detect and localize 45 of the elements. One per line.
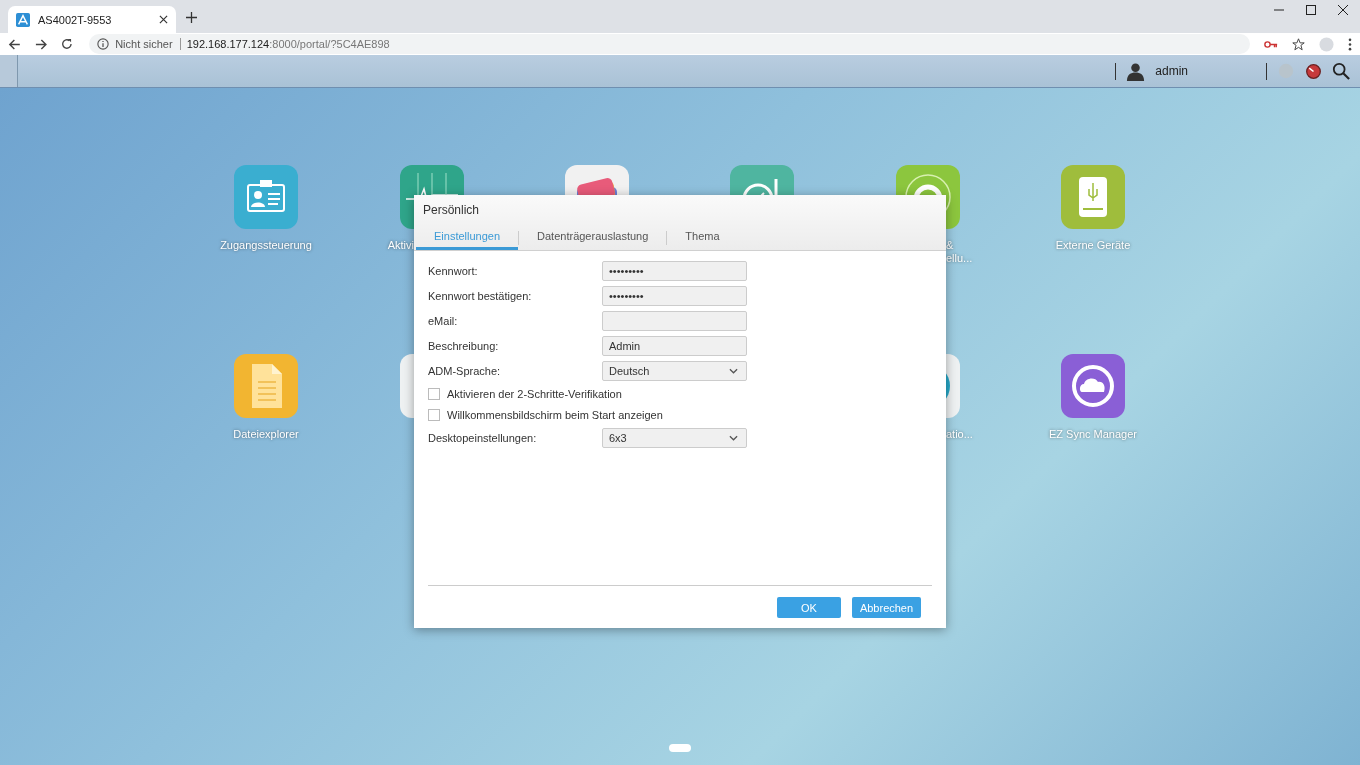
dialog-tab[interactable]: Thema <box>667 225 738 250</box>
gauge-icon[interactable] <box>1305 62 1322 80</box>
checkbox-label: Willkommensbildschirm beim Start anzeigen <box>447 409 663 421</box>
chevron-down-icon <box>729 368 738 374</box>
forward-icon[interactable] <box>34 37 48 51</box>
dropdown[interactable]: Deutsch <box>602 361 747 381</box>
user-icon[interactable] <box>1126 61 1146 81</box>
security-label: Nicht sicher <box>115 38 181 50</box>
dialog-title: Persönlich <box>422 203 481 219</box>
app-icon[interactable] <box>234 165 298 229</box>
star-icon[interactable] <box>1292 37 1305 51</box>
chevron-down-icon <box>729 435 738 441</box>
maximize-icon[interactable] <box>1306 5 1316 15</box>
field-label: Kennwort: <box>428 265 479 277</box>
field-label: Kennwort bestätigen: <box>428 290 533 302</box>
checkbox[interactable] <box>428 409 440 421</box>
dialog-tab[interactable]: Datenträgerauslastung <box>519 225 667 250</box>
field-label: ADM-Sprache: <box>428 365 502 377</box>
address-field[interactable]: Nicht sicher 192.168.177.124:8000/portal/?5C4AE898 <box>89 34 1250 54</box>
input-field[interactable]: Admin <box>602 336 747 356</box>
tab-title: AS4002T-9553 <box>38 13 113 26</box>
app-icon[interactable] <box>1061 354 1125 418</box>
dropdown[interactable]: 6x3 <box>602 428 747 448</box>
username[interactable]: admin <box>1155 64 1188 78</box>
input-field[interactable]: ••••••••• <box>602 286 747 306</box>
key-icon[interactable] <box>1264 39 1278 49</box>
field-label: eMail: <box>428 315 459 327</box>
checkbox-label: Aktivieren der 2-Schritte-Verifikation <box>447 388 622 400</box>
app-logo-icon <box>16 12 30 27</box>
back-icon[interactable] <box>8 37 21 51</box>
field-label: Desktopeinstellungen: <box>428 432 538 444</box>
field-label: Beschreibung: <box>428 340 500 352</box>
search-icon[interactable] <box>1332 62 1350 80</box>
browser-tab[interactable]: AS4002T-9553 <box>8 6 176 33</box>
input-field[interactable]: ••••••••• <box>602 261 747 281</box>
new-tab-icon[interactable] <box>186 12 197 23</box>
close-icon[interactable] <box>1338 5 1348 15</box>
close-icon[interactable] <box>159 15 168 24</box>
menu-icon[interactable] <box>1348 37 1352 51</box>
reload-icon[interactable] <box>61 38 74 50</box>
input-field[interactable] <box>602 311 747 331</box>
checkbox[interactable] <box>428 388 440 400</box>
dock-handle[interactable] <box>669 744 691 752</box>
info-icon <box>97 38 110 50</box>
url-text: 192.168.177.124:8000/portal/?5C4AE898 <box>186 38 390 50</box>
